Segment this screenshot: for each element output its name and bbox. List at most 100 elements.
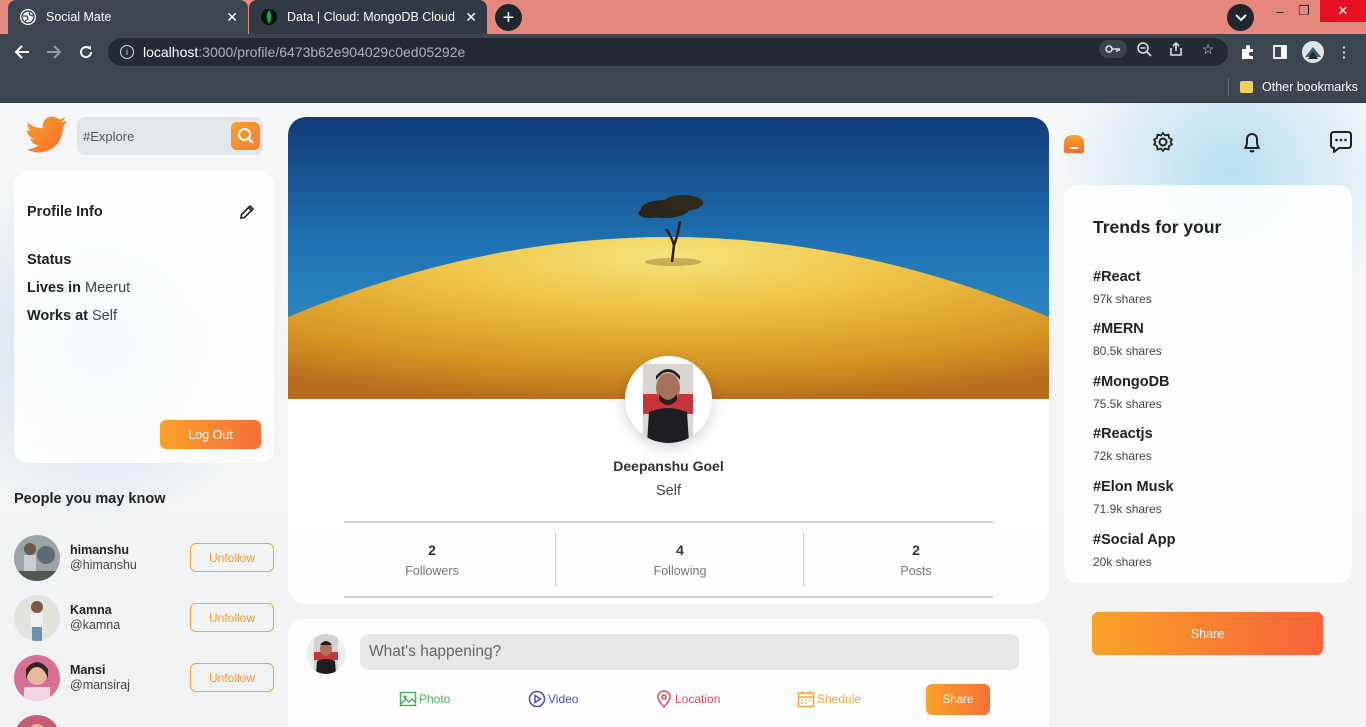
profile-info-title: Profile Info <box>27 204 103 220</box>
menu-dots-icon[interactable]: ⋮ <box>1333 41 1355 63</box>
post-composer: Photo Video Location Shedule Share <box>288 619 1049 727</box>
followers-stat[interactable]: 2 Followers <box>332 542 532 578</box>
person-name: himanshu <box>70 543 130 557</box>
stats-divider <box>555 532 556 587</box>
bookmark-folder-label: Other bookmarks <box>1262 80 1358 94</box>
person-handle: @kamna <box>70 618 121 632</box>
profile-avatar[interactable] <box>625 356 712 443</box>
trend-item[interactable]: #MongoDB 75.5k shares <box>1093 374 1170 411</box>
side-panel-icon[interactable] <box>1269 41 1291 63</box>
tab-social-mate[interactable]: Social Mate ✕ <box>8 0 248 34</box>
avatar[interactable] <box>14 595 60 641</box>
reload-icon[interactable] <box>74 40 98 64</box>
trend-shares: 97k shares <box>1093 292 1152 306</box>
other-bookmarks-folder[interactable]: Other bookmarks <box>1240 78 1358 96</box>
edit-icon[interactable] <box>238 203 256 221</box>
avatar[interactable] <box>14 535 60 581</box>
share-button[interactable]: Share <box>1092 612 1323 655</box>
search-icon[interactable] <box>231 122 260 150</box>
explore-search-box <box>77 117 263 155</box>
window-close-icon[interactable]: ✕ <box>1320 0 1366 22</box>
trend-tag: #React <box>1093 269 1141 285</box>
tab-title: Social Mate <box>46 10 112 24</box>
people-you-may-know-title: People you may know <box>14 491 166 507</box>
site-info-icon[interactable]: i <box>120 45 134 59</box>
works-label: Works at <box>27 308 88 324</box>
calendar-icon <box>797 690 815 708</box>
trend-item[interactable]: #React 97k shares <box>1093 269 1152 306</box>
location-label: Location <box>675 692 721 706</box>
bell-icon[interactable] <box>1239 129 1265 155</box>
video-label: Video <box>548 692 579 706</box>
works-value: Self <box>92 308 118 324</box>
home-icon[interactable] <box>1062 129 1088 155</box>
url-host: localhost <box>143 44 199 60</box>
tab-mongodb[interactable]: Data | Cloud: MongoDB Cloud ✕ <box>249 0 487 34</box>
lives-in-row: Lives in Meerut <box>27 280 130 296</box>
status-row: Status <box>27 252 71 268</box>
restore-icon[interactable]: ❐ <box>1284 0 1324 22</box>
person-list-item: Mansi @mansiraj Unfollow <box>14 655 274 701</box>
following-count: 4 <box>676 542 684 558</box>
new-tab-button[interactable]: + <box>495 4 522 31</box>
person-name: Kamna <box>70 603 112 617</box>
unfollow-button[interactable]: Unfollow <box>190 543 274 572</box>
share-page-icon[interactable] <box>1167 40 1185 58</box>
trend-item[interactable]: #MERN 80.5k shares <box>1093 321 1162 358</box>
logout-button[interactable]: Log Out <box>160 420 261 449</box>
composer-avatar <box>306 634 346 674</box>
forward-arrow-icon[interactable] <box>42 40 66 64</box>
zoom-out-icon[interactable] <box>1135 40 1153 58</box>
works-at-row: Works at Self <box>27 308 117 324</box>
key-icon[interactable] <box>1099 40 1127 58</box>
tab-search-chevron-icon[interactable] <box>1227 4 1254 31</box>
avatar[interactable] <box>14 715 60 727</box>
chat-icon[interactable] <box>1328 129 1354 155</box>
lives-label: Lives in <box>27 280 81 296</box>
followers-label: Followers <box>405 564 459 578</box>
posts-label: Posts <box>900 564 932 578</box>
trend-shares: 80.5k shares <box>1093 344 1162 358</box>
gear-icon[interactable] <box>1150 129 1176 155</box>
status-label: Status <box>27 252 72 268</box>
posts-stat[interactable]: 2 Posts <box>816 542 1016 578</box>
photo-option[interactable]: Photo <box>399 689 450 709</box>
location-option[interactable]: Location <box>655 689 720 709</box>
profile-avatar-icon[interactable] <box>1302 41 1324 63</box>
location-icon <box>655 690 673 709</box>
following-stat[interactable]: 4 Following <box>580 542 780 578</box>
globe-icon <box>20 9 36 25</box>
bookmark-star-icon[interactable]: ☆ <box>1199 40 1217 58</box>
person-name: Mansi <box>70 663 106 677</box>
trend-tag: #Elon Musk <box>1093 479 1174 495</box>
schedule-option[interactable]: Shedule <box>797 689 861 709</box>
search-input[interactable] <box>83 126 223 146</box>
twitter-logo[interactable] <box>23 115 68 155</box>
bookmarks-separator <box>1228 78 1229 96</box>
trend-shares: 20k shares <box>1093 555 1152 569</box>
address-bar[interactable]: i localhost:3000/profile/6473b62e904029c… <box>108 38 1228 66</box>
avatar[interactable] <box>14 655 60 701</box>
back-arrow-icon[interactable] <box>10 40 34 64</box>
profile-card: Deepanshu Goel Self 2 Followers 4 Follow… <box>288 117 1049 604</box>
folder-icon <box>1240 81 1253 93</box>
person-handle: @himanshu <box>70 558 137 572</box>
trend-shares: 72k shares <box>1093 449 1152 463</box>
tab-title: Data | Cloud: MongoDB Cloud <box>287 10 455 24</box>
trend-tag: #MERN <box>1093 321 1144 337</box>
trend-item[interactable]: #Elon Musk 71.9k shares <box>1093 479 1174 516</box>
mongodb-leaf-icon <box>261 9 277 25</box>
post-share-button[interactable]: Share <box>926 684 990 715</box>
trend-item[interactable]: #Social App 20k shares <box>1093 532 1175 569</box>
unfollow-button[interactable]: Unfollow <box>190 663 274 692</box>
tab-close-icon[interactable]: ✕ <box>465 9 477 26</box>
browser-tab-strip: Social Mate ✕ Data | Cloud: MongoDB Clou… <box>0 0 1366 34</box>
video-option[interactable]: Video <box>528 689 578 709</box>
following-label: Following <box>653 564 707 578</box>
trend-item[interactable]: #Reactjs 72k shares <box>1093 426 1153 463</box>
profile-name: Deepanshu Goel <box>613 458 724 474</box>
unfollow-button[interactable]: Unfollow <box>190 603 274 632</box>
tab-close-icon[interactable]: ✕ <box>226 9 238 26</box>
whats-happening-input[interactable] <box>360 634 1019 670</box>
extensions-puzzle-icon[interactable] <box>1237 41 1259 63</box>
